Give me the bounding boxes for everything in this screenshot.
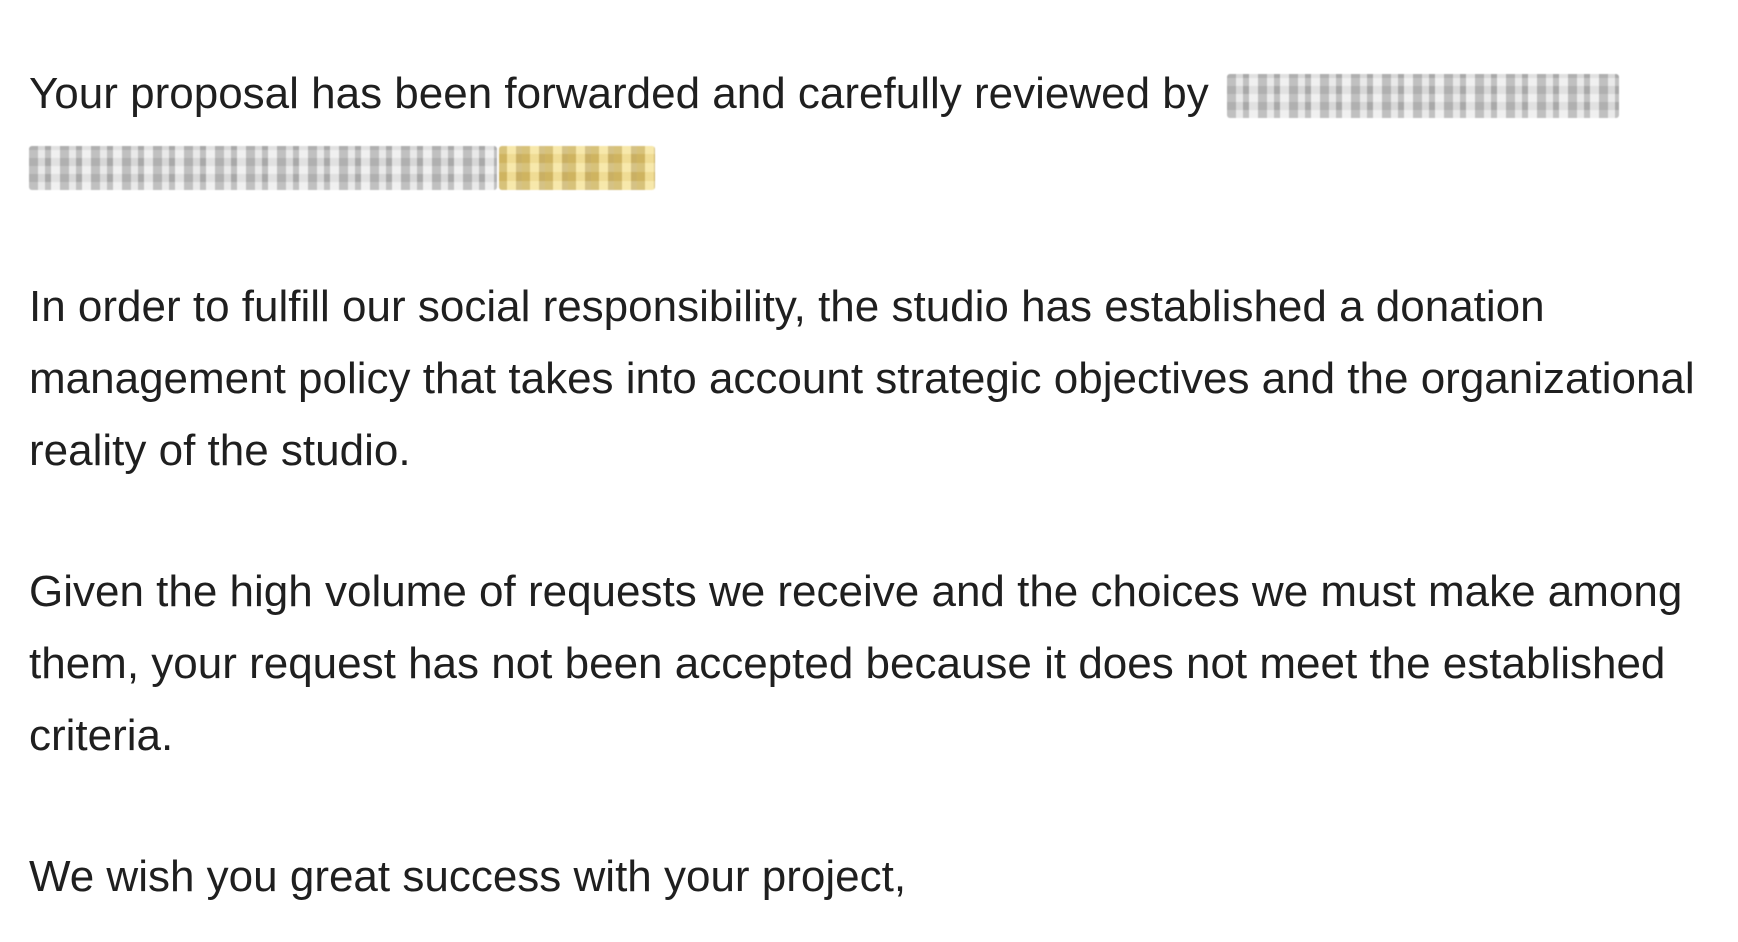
redacted-highlighted-block — [499, 146, 655, 191]
paragraph-review-text: Your proposal has been forwarded and car… — [29, 69, 1209, 118]
email-body: Your proposal has been forwarded and car… — [29, 58, 1719, 913]
redacted-text-block — [29, 146, 497, 191]
paragraph-policy: In order to fulfill our social responsib… — [29, 282, 1695, 475]
paragraph-decision: Given the high volume of requests we rec… — [29, 567, 1683, 760]
paragraph-review: Your proposal has been forwarded and car… — [29, 58, 1719, 202]
redacted-text-block — [1227, 74, 1620, 119]
paragraph-closing: We wish you great success with your proj… — [29, 852, 907, 901]
